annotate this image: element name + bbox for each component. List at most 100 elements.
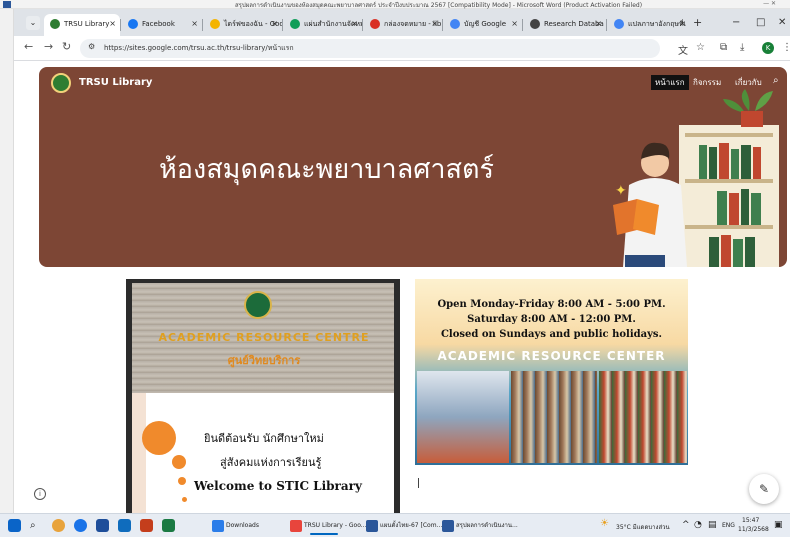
taskbar-app-label: แผนตั้งไทย-67 [Com... <box>380 522 443 529</box>
web-page: TRSU Library หน้าแรก กิจกรรม เกี่ยวกับ ⌕… <box>14 61 790 513</box>
windows-taskbar: ⌕ Downloads TRSU Library - Goo... แผนตั้งไ… <box>0 513 790 537</box>
library-photo-books <box>599 371 687 463</box>
browser-tab[interactable]: แผ่นสำนักงานจัดหมู่ × <box>284 14 362 36</box>
browser-tab[interactable]: ไดร์ฟของฉัน - Goo × <box>204 14 282 36</box>
decor-circle <box>142 421 176 455</box>
word-app-icon <box>3 1 11 8</box>
tab-separator <box>442 19 443 31</box>
excel-icon[interactable] <box>162 519 175 532</box>
outlook-icon[interactable] <box>118 519 131 532</box>
weather-icon[interactable]: ☀ <box>600 518 609 529</box>
browser-tab-bar: ⌄ TRSU Library × Facebook × ไดร์ฟของฉัน - Go… <box>14 9 790 36</box>
library-photo-shelves <box>511 371 597 463</box>
start-windows-icon[interactable] <box>8 519 21 532</box>
tab-favicon-icon <box>50 19 60 29</box>
browser-tab[interactable]: กล่องจดหมาย - libr × <box>364 14 442 36</box>
welcome-slide: ยินดีต้อนรับ นักศึกษาใหม่ สู่สังคมแห่งกา… <box>132 393 394 513</box>
tab-label: แปลภาษาอังกฤษที่เ <box>628 20 687 28</box>
edge-icon[interactable] <box>74 519 87 532</box>
decor-circle <box>172 455 186 469</box>
site-info-icon[interactable]: ⚙ <box>88 42 95 51</box>
tab-favicon-icon <box>210 19 220 29</box>
keyboard-icon[interactable]: ▤ <box>708 520 717 530</box>
weather-text[interactable]: 35°C มีแดดบางส่วน <box>616 522 670 532</box>
language-indicator[interactable]: ENG <box>722 522 735 529</box>
slide-side-bar <box>132 393 146 513</box>
taskbar-app-label: Downloads <box>226 522 259 529</box>
site-logo[interactable] <box>51 73 71 93</box>
word-window-controls[interactable]: — ✕ <box>763 0 776 7</box>
taskbar-app-icon <box>366 520 378 532</box>
clock-time[interactable]: 15:47 <box>742 517 759 524</box>
browser-tab[interactable]: TRSU Library × <box>44 14 120 36</box>
tab-close-icon[interactable]: × <box>431 14 438 34</box>
center-name: ACADEMIC RESOURCE CENTER <box>437 349 666 363</box>
tab-close-icon[interactable]: × <box>191 14 198 34</box>
hours-saturday: Saturday 8:00 AM - 12:00 PM. <box>467 314 636 325</box>
taskbar-app[interactable]: Downloads <box>210 517 280 535</box>
search-icon[interactable]: ⌕ <box>30 520 36 531</box>
hours-closed: Closed on Sundays and public holidays. <box>440 329 663 340</box>
tab-close-icon[interactable]: × <box>511 14 518 34</box>
library-photo-counter <box>417 371 509 463</box>
back-button[interactable]: ← <box>24 40 33 53</box>
store-icon[interactable] <box>96 519 109 532</box>
tab-separator <box>522 19 523 31</box>
new-tab-button[interactable]: + <box>693 16 702 29</box>
text-cursor <box>418 478 419 488</box>
taskbar-app-icon <box>290 520 302 532</box>
clock-date[interactable]: 11/3/2568 <box>738 526 769 533</box>
forward-button[interactable]: → <box>44 40 53 53</box>
tray-chevron-icon[interactable]: ^ <box>682 520 690 530</box>
tab-close-icon[interactable]: × <box>679 14 686 34</box>
taskbar-app-label: TRSU Library - Goo... <box>304 522 367 529</box>
taskbar-app[interactable]: สรุปผลการดำเนินงาน... <box>440 517 518 535</box>
welcome-line-3: Welcome to STIC Library <box>194 479 362 493</box>
menu-kebab-icon[interactable]: ⋮ <box>782 42 790 53</box>
tab-close-icon[interactable]: × <box>351 14 358 34</box>
university-seal <box>244 291 272 319</box>
reload-button[interactable]: ↻ <box>62 40 71 53</box>
tab-favicon-icon <box>290 19 300 29</box>
close-window-button[interactable]: ✕ <box>778 17 786 28</box>
hours-weekday: Open Monday-Friday 8:00 AM - 5:00 PM. <box>437 299 666 310</box>
downloads-icon[interactable]: ⤓ <box>740 42 744 53</box>
extensions-icon[interactable]: ⧉ <box>720 42 727 53</box>
tab-separator <box>120 19 121 31</box>
sign-text-thai: ศูนย์วิทยบริการ <box>227 354 301 367</box>
minimize-button[interactable]: − <box>732 17 740 28</box>
address-bar[interactable]: ⚙ https://sites.google.com/trsu.ac.th/tr… <box>80 39 660 58</box>
translate-icon[interactable]: 文 <box>678 42 688 57</box>
edit-pencil-icon[interactable]: ✎ <box>749 474 779 504</box>
taskbar-app[interactable]: TRSU Library - Goo... <box>288 517 367 535</box>
url-text[interactable]: https://sites.google.com/trsu.ac.th/trsu… <box>104 43 294 54</box>
bookmark-star-icon[interactable]: ☆ <box>696 42 705 53</box>
tab-search-button[interactable]: ⌄ <box>26 16 40 30</box>
tab-favicon-icon <box>370 19 380 29</box>
tab-close-icon[interactable]: × <box>595 14 602 34</box>
sign-text-english: ACADEMIC RESOURCE CENTRE <box>158 331 370 344</box>
taskbar-app-icon <box>442 520 454 532</box>
browser-tab[interactable]: Facebook × <box>122 14 202 36</box>
opening-hours-card[interactable]: Open Monday-Friday 8:00 AM - 5:00 PM. Sa… <box>415 279 688 465</box>
browser-tab[interactable]: Research Databa × <box>524 14 606 36</box>
profile-avatar[interactable]: K <box>762 42 774 54</box>
welcome-line-1: ยินดีต้อนรับ นักศึกษาใหม่ <box>204 432 324 445</box>
tab-favicon-icon <box>450 19 460 29</box>
tab-favicon-icon <box>128 19 138 29</box>
powerpoint-icon[interactable] <box>140 519 153 532</box>
tab-separator <box>606 19 607 31</box>
network-icon[interactable]: ◔ <box>694 520 702 530</box>
notification-icon[interactable]: ▣ <box>774 520 783 530</box>
welcome-image-card[interactable]: ACADEMIC RESOURCE CENTRE ศูนย์วิทยบริการ… <box>126 279 400 513</box>
taskbar-app[interactable]: แผนตั้งไทย-67 [Com... <box>364 517 442 535</box>
browser-tab[interactable]: แปลภาษาอังกฤษที่เ × <box>608 14 690 36</box>
widgets-icon[interactable] <box>52 519 65 532</box>
tab-close-icon[interactable]: × <box>271 14 278 34</box>
browser-tab[interactable]: บัญชี Google × <box>444 14 522 36</box>
maximize-button[interactable]: □ <box>756 17 765 28</box>
tab-close-icon[interactable]: × <box>109 14 116 34</box>
site-name[interactable]: TRSU Library <box>79 77 152 88</box>
tab-label: TRSU Library <box>64 20 110 28</box>
info-icon[interactable]: i <box>34 488 46 500</box>
